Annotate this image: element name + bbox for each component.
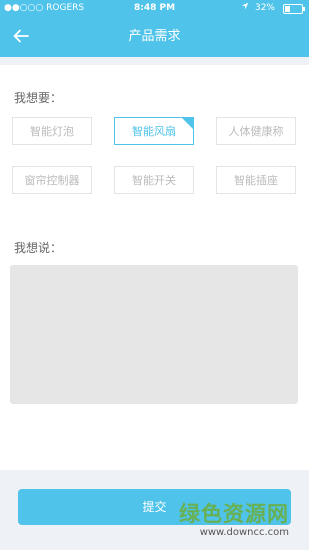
status-bar: ●●○○○ ROGERS 8:48 PM 32% — [0, 0, 309, 17]
nav-bar: 产品需求 — [0, 17, 309, 57]
status-right: 32% — [241, 0, 305, 17]
say-label: 我想说： — [14, 241, 63, 255]
tag-option[interactable]: 窗帘控制器 — [12, 166, 92, 194]
location-arrow-icon — [241, 0, 249, 17]
battery-percent: 32% — [254, 3, 275, 13]
selected-corner-icon — [182, 118, 193, 129]
header-divider — [0, 57, 309, 65]
feedback-textarea[interactable] — [10, 265, 298, 404]
tag-option[interactable]: 智能开关 — [114, 166, 194, 194]
tag-label: 智能开关 — [132, 174, 176, 187]
tag-label: 人体健康称 — [228, 125, 284, 138]
tag-option[interactable]: 智能插座 — [216, 166, 296, 194]
submit-button[interactable]: 提交 — [18, 489, 291, 525]
tag-option[interactable]: 人体健康称 — [216, 117, 296, 145]
footer-bar: 提交 — [0, 470, 309, 550]
page-title: 产品需求 — [128, 29, 181, 44]
tag-label: 智能风扇 — [132, 125, 176, 138]
battery-icon — [283, 3, 305, 14]
tag-option[interactable]: 智能风扇 — [114, 117, 194, 145]
tag-label: 智能灯泡 — [30, 125, 74, 138]
tag-option[interactable]: 智能灯泡 — [12, 117, 92, 145]
tag-label: 智能插座 — [234, 174, 278, 187]
header-bar: ●●○○○ ROGERS 8:48 PM 32% 产品需求 — [0, 0, 309, 57]
want-label: 我想要： — [14, 91, 63, 105]
tag-label: 窗帘控制器 — [24, 174, 80, 187]
